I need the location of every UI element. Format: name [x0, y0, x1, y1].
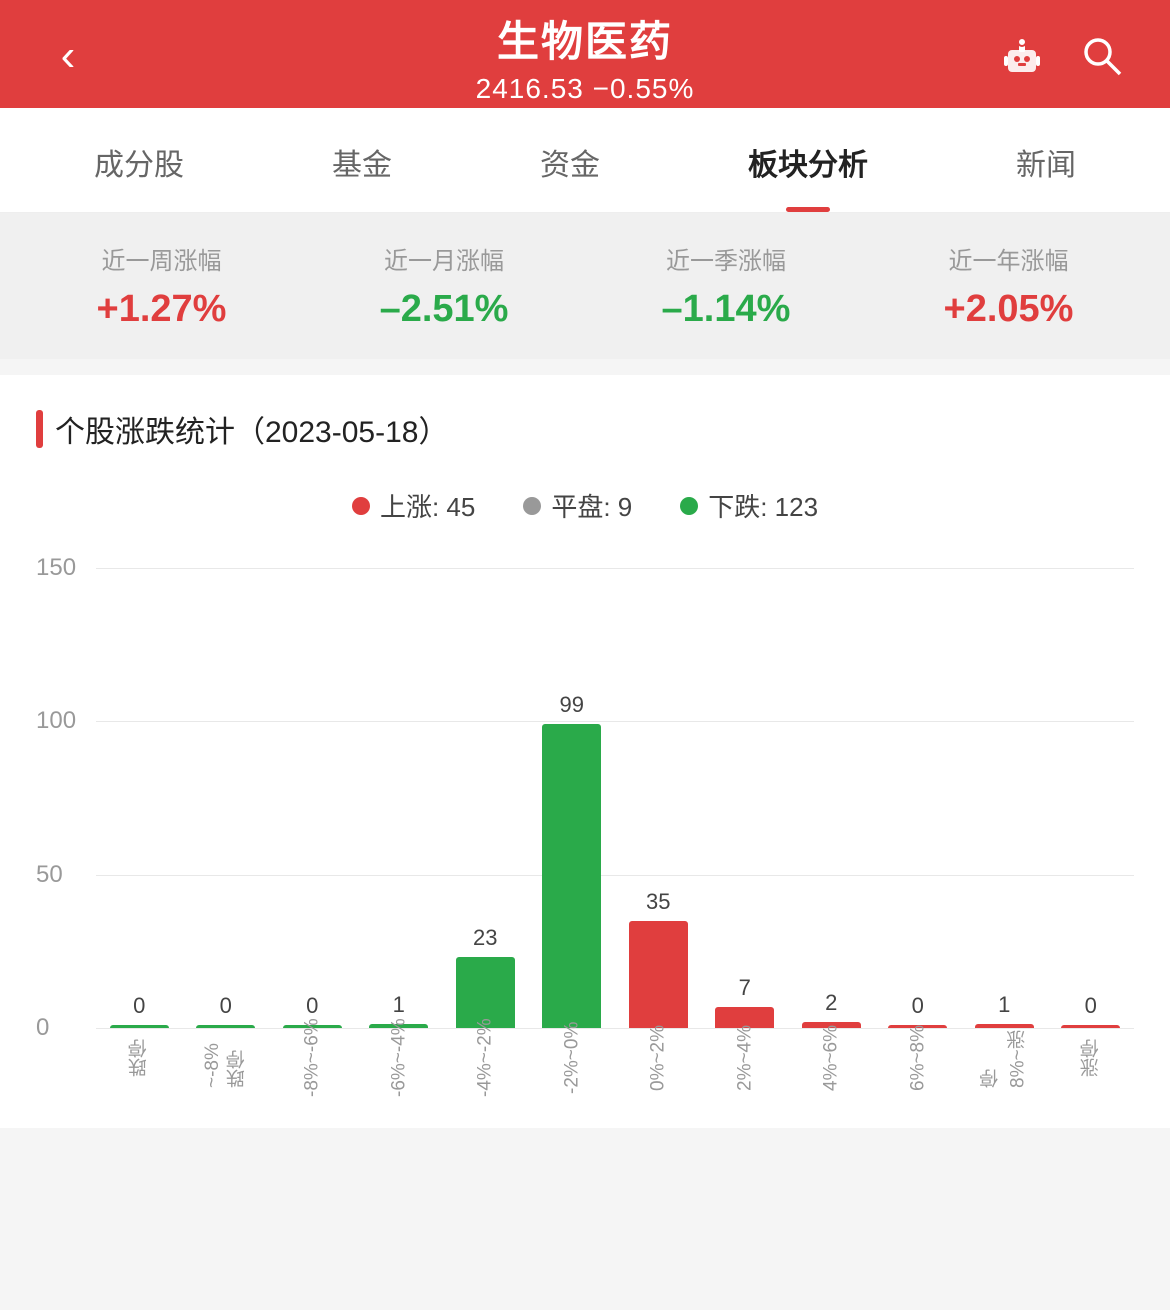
bar-value-label: 0: [306, 993, 318, 1019]
robot-icon: [998, 32, 1046, 80]
legend-dot-down: [680, 497, 698, 515]
bar-group: 1: [356, 568, 443, 1028]
x-axis-label: 6%~8%: [875, 1028, 962, 1088]
legend-flat: 平盘: 9: [523, 487, 632, 524]
stat-month-value: –2.51%: [380, 288, 509, 331]
stat-quarter-value: –1.14%: [662, 288, 791, 331]
bars-container: 0 0 0 1 23 99 35 7 2 0 1 0: [96, 568, 1134, 1028]
x-axis-label: -6%~-4%: [356, 1028, 443, 1088]
bar-rect: [542, 724, 601, 1028]
bar-rect: [629, 921, 688, 1028]
bar-value-label: 0: [1085, 993, 1097, 1019]
bar-group: 7: [702, 568, 789, 1028]
back-button[interactable]: ‹: [40, 28, 96, 84]
stat-month: 近一月涨幅 –2.51%: [380, 241, 509, 331]
y-axis-label: 150: [36, 556, 76, 580]
stat-quarter: 近一季涨幅 –1.14%: [662, 241, 791, 331]
chart-inner: 150100500 000123993572010 跌停跌停~-8%-8%~-6…: [96, 568, 1134, 1088]
stat-month-label: 近一月涨幅: [380, 241, 509, 276]
section-title: 个股涨跌统计（2023-05-18）: [0, 375, 1170, 475]
x-axis-label: 跌停~-8%: [183, 1028, 270, 1088]
section-title-text: 个股涨跌统计（2023-05-18）: [55, 407, 448, 451]
legend-down-label: 下跌: 123: [708, 487, 818, 524]
stat-year: 近一年涨幅 +2.05%: [944, 241, 1074, 331]
bar-value-label: 2: [825, 990, 837, 1016]
section-title-bar: [36, 410, 43, 448]
legend-flat-label: 平盘: 9: [551, 487, 632, 524]
bar-value-label: 0: [133, 993, 145, 1019]
bar-rect: [456, 957, 515, 1028]
x-axis-label: -2%~0%: [529, 1028, 616, 1088]
stat-year-label: 近一年涨幅: [944, 241, 1074, 276]
bar-group: 2: [788, 568, 875, 1028]
stats-row: 近一周涨幅 +1.27% 近一月涨幅 –2.51% 近一季涨幅 –1.14% 近…: [0, 213, 1170, 359]
stat-week-label: 近一周涨幅: [97, 241, 227, 276]
header-center: 生物医药 2416.53 −0.55%: [476, 8, 695, 105]
header-subtitle: 2416.53 −0.55%: [476, 73, 695, 105]
bar-group: 35: [615, 568, 702, 1028]
tab-funds[interactable]: 基金: [308, 108, 416, 212]
bar-value-label: 99: [560, 692, 584, 718]
y-axis-label: 100: [36, 709, 76, 733]
legend-up: 上涨: 45: [352, 487, 475, 524]
legend-up-label: 上涨: 45: [380, 487, 475, 524]
bar-group: 23: [442, 568, 529, 1028]
bar-value-label: 0: [912, 993, 924, 1019]
tabs-bar: 成分股 基金 资金 板块分析 新闻: [0, 108, 1170, 213]
bar-value-label: 23: [473, 925, 497, 951]
bar-group: 1: [961, 568, 1048, 1028]
legend-dot-flat: [523, 497, 541, 515]
robot-button[interactable]: [994, 28, 1050, 84]
tab-capital[interactable]: 资金: [516, 108, 624, 212]
x-axis-label: 跌停: [96, 1028, 183, 1088]
x-axis-label: 涨停: [1048, 1028, 1135, 1088]
bar-group: 0: [1048, 568, 1135, 1028]
bar-group: 0: [96, 568, 183, 1028]
x-axis-label: 0%~2%: [615, 1028, 702, 1088]
tab-sector-analysis[interactable]: 板块分析: [724, 108, 892, 212]
search-button[interactable]: [1074, 28, 1130, 84]
bar-value-label: 1: [393, 992, 405, 1018]
y-axis-label: 0: [36, 1016, 49, 1040]
stat-week-value: +1.27%: [97, 288, 227, 331]
bar-value-label: 0: [220, 993, 232, 1019]
bar-group: 0: [875, 568, 962, 1028]
x-axis-label: 4%~6%: [788, 1028, 875, 1088]
x-axis-label: 2%~4%: [702, 1028, 789, 1088]
legend-dot-up: [352, 497, 370, 515]
bar-value-label: 35: [646, 889, 670, 915]
stat-year-value: +2.05%: [944, 288, 1074, 331]
bar-group: 99: [529, 568, 616, 1028]
y-axis-label: 50: [36, 863, 63, 887]
x-axis: 跌停跌停~-8%-8%~-6%-6%~-4%-4%~-2%-2%~0%0%~2%…: [96, 1028, 1134, 1088]
legend-down: 下跌: 123: [680, 487, 818, 524]
search-icon: [1080, 34, 1124, 78]
stat-week: 近一周涨幅 +1.27%: [97, 241, 227, 331]
tab-news[interactable]: 新闻: [992, 108, 1100, 212]
bar-value-label: 1: [998, 992, 1010, 1018]
bar-group: 0: [269, 568, 356, 1028]
chart-legend: 上涨: 45 平盘: 9 下跌: 123: [0, 475, 1170, 548]
x-axis-label: -4%~-2%: [442, 1028, 529, 1088]
page-title: 生物医药: [476, 8, 695, 69]
x-axis-label: -8%~-6%: [269, 1028, 356, 1088]
bar-value-label: 7: [739, 975, 751, 1001]
stat-quarter-label: 近一季涨幅: [662, 241, 791, 276]
header: ‹ 生物医药 2416.53 −0.55%: [0, 0, 1170, 108]
bar-group: 0: [183, 568, 270, 1028]
x-axis-label: 8%~涨停: [961, 1028, 1048, 1088]
chart-area: 150 100 50 0 0 0 0 1 23 99 35 7 2 0 1 0 跌停跌停~-8%-8%~-6…: [0, 548, 1170, 1128]
tab-constituents[interactable]: 成分股: [70, 108, 208, 212]
